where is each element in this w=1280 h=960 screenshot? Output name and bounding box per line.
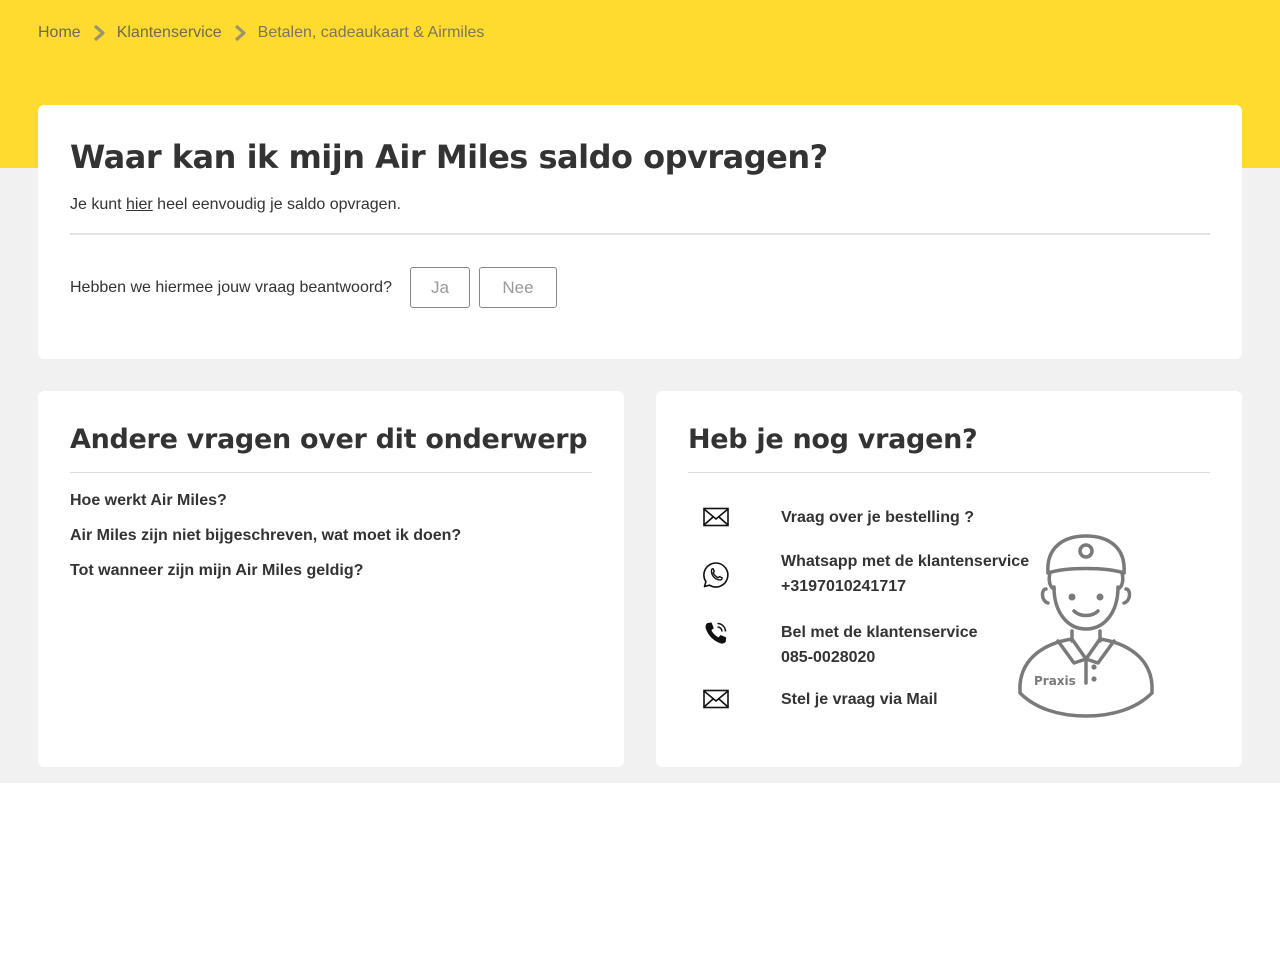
contact-card: Heb je nog vragen? Vraag over je bestell… — [656, 391, 1242, 767]
contact-label: Vraag over je bestelling ? — [781, 505, 1041, 530]
feedback-question: Hebben we hiermee jouw vraag beantwoord? — [70, 278, 392, 296]
chevron-right-icon — [81, 25, 117, 41]
page-title: Waar kan ik mijn Air Miles saldo opvrage… — [70, 138, 828, 176]
mascot-logo: Praxis — [1034, 674, 1076, 688]
divider — [70, 472, 592, 473]
mail-icon — [702, 685, 730, 713]
contact-label: Whatsapp met de klantenservice +31970102… — [781, 549, 1041, 599]
related-link[interactable]: Hoe werkt Air Miles? — [70, 492, 227, 509]
contact-label: Bel met de klantenservice 085-0028020 — [781, 620, 1041, 670]
feedback-no-button[interactable]: Nee — [478, 267, 557, 308]
answer-prefix: Je kunt — [70, 196, 127, 213]
related-list: Hoe werkt Air Miles? Air Miles zijn niet… — [70, 490, 592, 595]
mail-icon — [702, 503, 730, 531]
contact-label: Stel je vraag via Mail — [781, 687, 1041, 712]
contact-link[interactable]: Stel je vraag via Mail — [781, 691, 938, 708]
phone-icon — [702, 619, 730, 647]
divider — [688, 472, 1210, 473]
related-link[interactable]: Air Miles zijn niet bijgeschreven, wat m… — [70, 527, 461, 544]
answer-suffix: heel eenvoudig je saldo opvragen. — [152, 196, 401, 213]
answer-text: Je kunt hier heel eenvoudig je saldo opv… — [70, 196, 1210, 214]
feedback-yes-button[interactable]: Ja — [409, 267, 470, 308]
list-item: Hoe werkt Air Miles? — [70, 490, 592, 525]
whatsapp-number: +3197010241717 — [781, 578, 907, 595]
related-title: Andere vragen over dit onderwerp — [70, 424, 588, 455]
contact-link[interactable]: Bel met de klantenservice — [781, 624, 978, 641]
question-card: Waar kan ik mijn Air Miles saldo opvrage… — [38, 105, 1242, 359]
whatsapp-icon — [702, 561, 730, 589]
answer-link[interactable]: hier — [126, 196, 153, 213]
breadcrumb-klantenservice[interactable]: Klantenservice — [117, 24, 222, 42]
phone-number: 085-0028020 — [781, 649, 876, 666]
breadcrumb-current: Betalen, cadeaukaart & Airmiles — [257, 24, 485, 41]
contact-title: Heb je nog vragen? — [688, 424, 978, 455]
list-item: Air Miles zijn niet bijgeschreven, wat m… — [70, 525, 592, 560]
list-item: Tot wanneer zijn mijn Air Miles geldig? — [70, 560, 592, 595]
breadcrumb: Home Klantenservice Betalen, cadeaukaart… — [38, 21, 484, 45]
customer-service-mascot-illustration: Praxis — [1018, 534, 1154, 718]
breadcrumb-home[interactable]: Home — [38, 24, 81, 42]
feedback-row: Hebben we hiermee jouw vraag beantwoord?… — [70, 267, 1210, 308]
divider — [70, 233, 1210, 235]
related-questions-card: Andere vragen over dit onderwerp Hoe wer… — [38, 391, 624, 767]
related-link[interactable]: Tot wanneer zijn mijn Air Miles geldig? — [70, 562, 363, 579]
chevron-right-icon — [222, 25, 258, 41]
contact-link[interactable]: Whatsapp met de klantenservice — [781, 553, 1029, 570]
contact-link[interactable]: Vraag over je bestelling ? — [781, 509, 974, 526]
